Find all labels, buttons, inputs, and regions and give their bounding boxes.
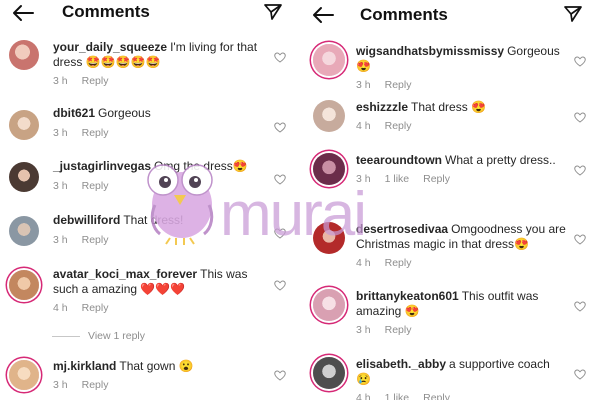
comment-text: Gorgeous [98,106,151,120]
heart-icon[interactable] [574,301,586,312]
header: Comments [300,0,600,28]
comment-time: 4 h [53,302,68,314]
comment-text: That gown 😮 [119,359,194,373]
comment-time: 3 h [53,379,68,391]
comment-time: 4 h [356,257,371,269]
heart-icon[interactable] [274,228,286,239]
comment-username[interactable]: avatar_koci_max_forever [53,267,197,281]
reply-button[interactable]: Reply [82,234,109,246]
view-replies-link[interactable]: View 1 reply [52,330,145,342]
comment-username[interactable]: your_daily_squeeze [53,40,167,54]
avatar[interactable] [9,216,39,246]
reply-button[interactable]: Reply [423,173,450,185]
heart-icon[interactable] [274,52,286,63]
reply-button[interactable]: Reply [82,127,109,139]
comment-username[interactable]: eshizzzle [356,100,408,114]
reply-button[interactable]: Reply [385,120,412,132]
comment-username[interactable]: mj.kirkland [53,359,116,373]
like-count[interactable]: 1 like [385,392,410,400]
back-arrow-icon[interactable] [12,4,34,22]
avatar[interactable] [9,110,39,140]
avatar[interactable] [9,360,39,390]
reply-button[interactable]: Reply [385,79,412,91]
page-title: Comments [360,5,448,24]
comment-time: 3 h [356,324,371,336]
avatar[interactable] [9,270,39,300]
avatar[interactable] [9,162,39,192]
avatar[interactable] [313,100,345,132]
comment-time: 3 h [53,75,68,87]
heart-icon[interactable] [274,174,286,185]
heart-icon[interactable] [274,370,286,381]
divider-line [52,335,80,337]
comment-text: That dress 😍 [411,100,486,114]
share-icon[interactable] [564,5,582,23]
share-icon[interactable] [264,3,282,21]
comment-username[interactable]: elisabeth._abby [356,357,446,371]
reply-button[interactable]: Reply [82,75,109,87]
avatar[interactable] [9,40,39,70]
heart-icon[interactable] [574,369,586,380]
comment-time: 3 h [53,180,68,192]
comment-time: 4 h [356,120,371,132]
heart-icon[interactable] [274,280,286,291]
view-replies-label: View 1 reply [88,330,146,342]
reply-button[interactable]: Reply [385,257,412,269]
avatar[interactable] [313,222,345,254]
reply-button[interactable]: Reply [82,379,109,391]
comment-time: 4 h [356,392,371,400]
heart-icon[interactable] [274,122,286,133]
avatar[interactable] [313,44,345,76]
comment-time: 3 h [356,79,371,91]
comment-username[interactable]: teearoundtown [356,153,442,167]
header: Comments [0,0,300,28]
comment-username[interactable]: brittanykeaton601 [356,289,459,303]
heart-icon[interactable] [574,112,586,123]
back-arrow-icon[interactable] [312,6,334,24]
comment-username[interactable]: _justagirlinvegas [53,159,151,173]
reply-button[interactable]: Reply [82,302,109,314]
comment-username[interactable]: desertrosedivaa [356,222,448,236]
page-title: Comments [62,2,150,21]
right-comments-panel: Comments wigsandhatsbymissmissy Gorgeous … [300,0,600,400]
avatar[interactable] [313,357,345,389]
heart-icon[interactable] [574,165,586,176]
comment-time: 3 h [53,127,68,139]
reply-button[interactable]: Reply [82,180,109,192]
reply-button[interactable]: Reply [385,324,412,336]
comment-text: Omg the dress😍 [154,159,248,173]
left-comments-panel: Comments your_daily_squeeze I'm living fo… [0,0,300,400]
comment-text: What a pretty dress.. [445,153,556,167]
comment-time: 3 h [356,173,371,185]
avatar[interactable] [313,153,345,185]
comment-time: 3 h [53,234,68,246]
comment-username[interactable]: debwilliford [53,213,120,227]
heart-icon[interactable] [574,56,586,67]
comment-username[interactable]: dbit621 [53,106,95,120]
comment-username[interactable]: wigsandhatsbymissmissy [356,44,504,58]
avatar[interactable] [313,289,345,321]
heart-icon[interactable] [574,234,586,245]
reply-button[interactable]: Reply [423,392,450,400]
like-count[interactable]: 1 like [385,173,410,185]
comment-text: That dress! [123,213,184,227]
